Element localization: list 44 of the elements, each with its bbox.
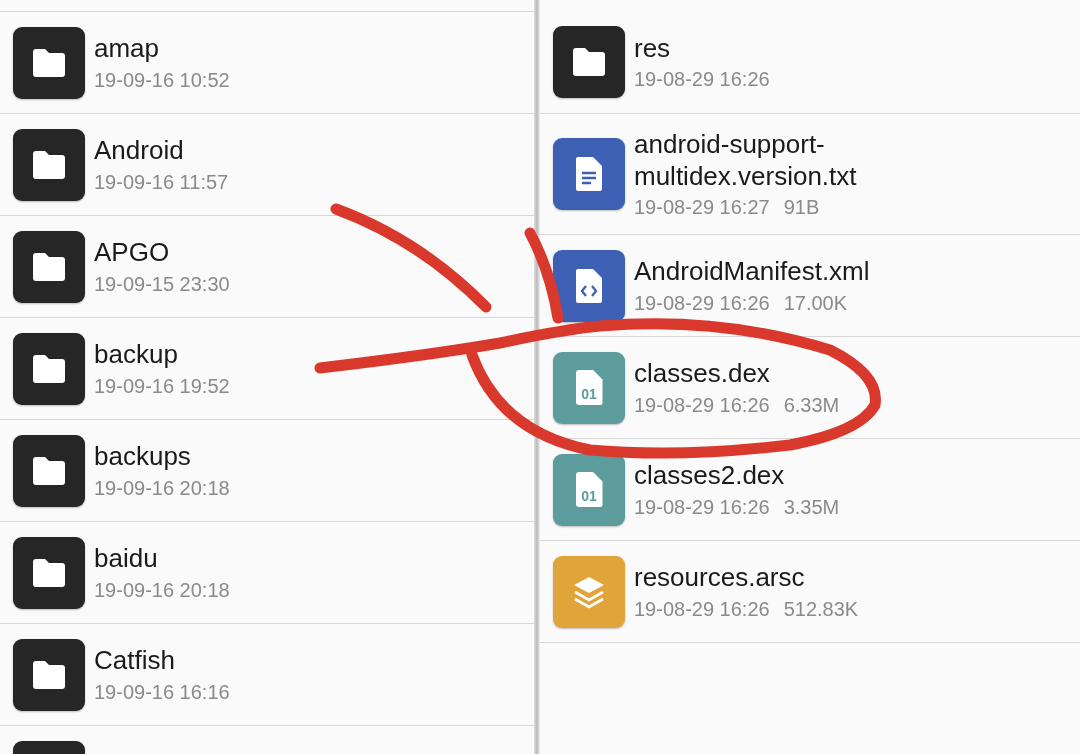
modified-date: 19-08-29 16:26 [634,597,770,621]
document-icon [553,138,625,210]
file-name[interactable]: classes2.dex [634,460,840,492]
folder-name[interactable]: amap [94,33,230,65]
file-name[interactable]: android-support-multidex.version.txt [634,129,909,192]
document-icon: 01 [553,453,625,526]
modified-date: 19-09-16 16:16 [94,680,230,704]
modified-date: 19-09-15 23:30 [94,272,230,296]
folder-icon [553,26,625,98]
folder-file-icon [13,128,85,201]
folder-file-icon [13,536,85,609]
folder-name[interactable]: Android [94,135,229,167]
file-name[interactable]: res [634,32,770,65]
layers-icon [553,555,625,628]
folder-name[interactable]: backup [94,339,230,371]
modified-date: 19-09-16 11:57 [94,170,229,194]
folder-file-icon [13,332,85,405]
folder-name[interactable]: backups [94,441,230,473]
modified-date: 19-08-29 16:26 [634,68,770,92]
file-size: 512.83K [783,597,859,621]
modified-date: 19-09-16 20:18 [94,578,230,602]
document-icon: 01 [553,351,625,424]
folder-file-icon [13,230,85,303]
folder-name[interactable]: baidu [94,543,230,575]
modified-date: 19-08-29 16:26 [634,495,770,519]
folder-file-icon [13,434,85,507]
file-name[interactable]: resources.arsc [634,562,859,594]
modified-date: 19-09-16 10:52 [94,68,230,92]
file-size: 17.00K [783,291,848,315]
modified-date: 19-08-29 16:27 [634,195,770,219]
modified-date: 19-09-16 20:18 [94,476,230,500]
modified-date: 19-08-29 16:26 [634,393,770,417]
modified-date: 19-09-16 19:52 [94,374,230,398]
file-name[interactable]: AndroidManifest.xml [634,256,870,288]
folder-name[interactable]: Catfish [94,645,230,677]
folder-file-icon [13,26,85,99]
file-size: 3.35M [783,495,840,519]
modified-date: 19-08-29 16:26 [634,291,770,315]
file-size: 6.33M [783,393,840,417]
file-size: 91B [783,195,820,219]
folder-file-icon [13,638,85,711]
file-name[interactable]: classes.dex [634,358,840,390]
document-icon [553,249,625,322]
folder-name[interactable]: APGO [94,237,230,269]
